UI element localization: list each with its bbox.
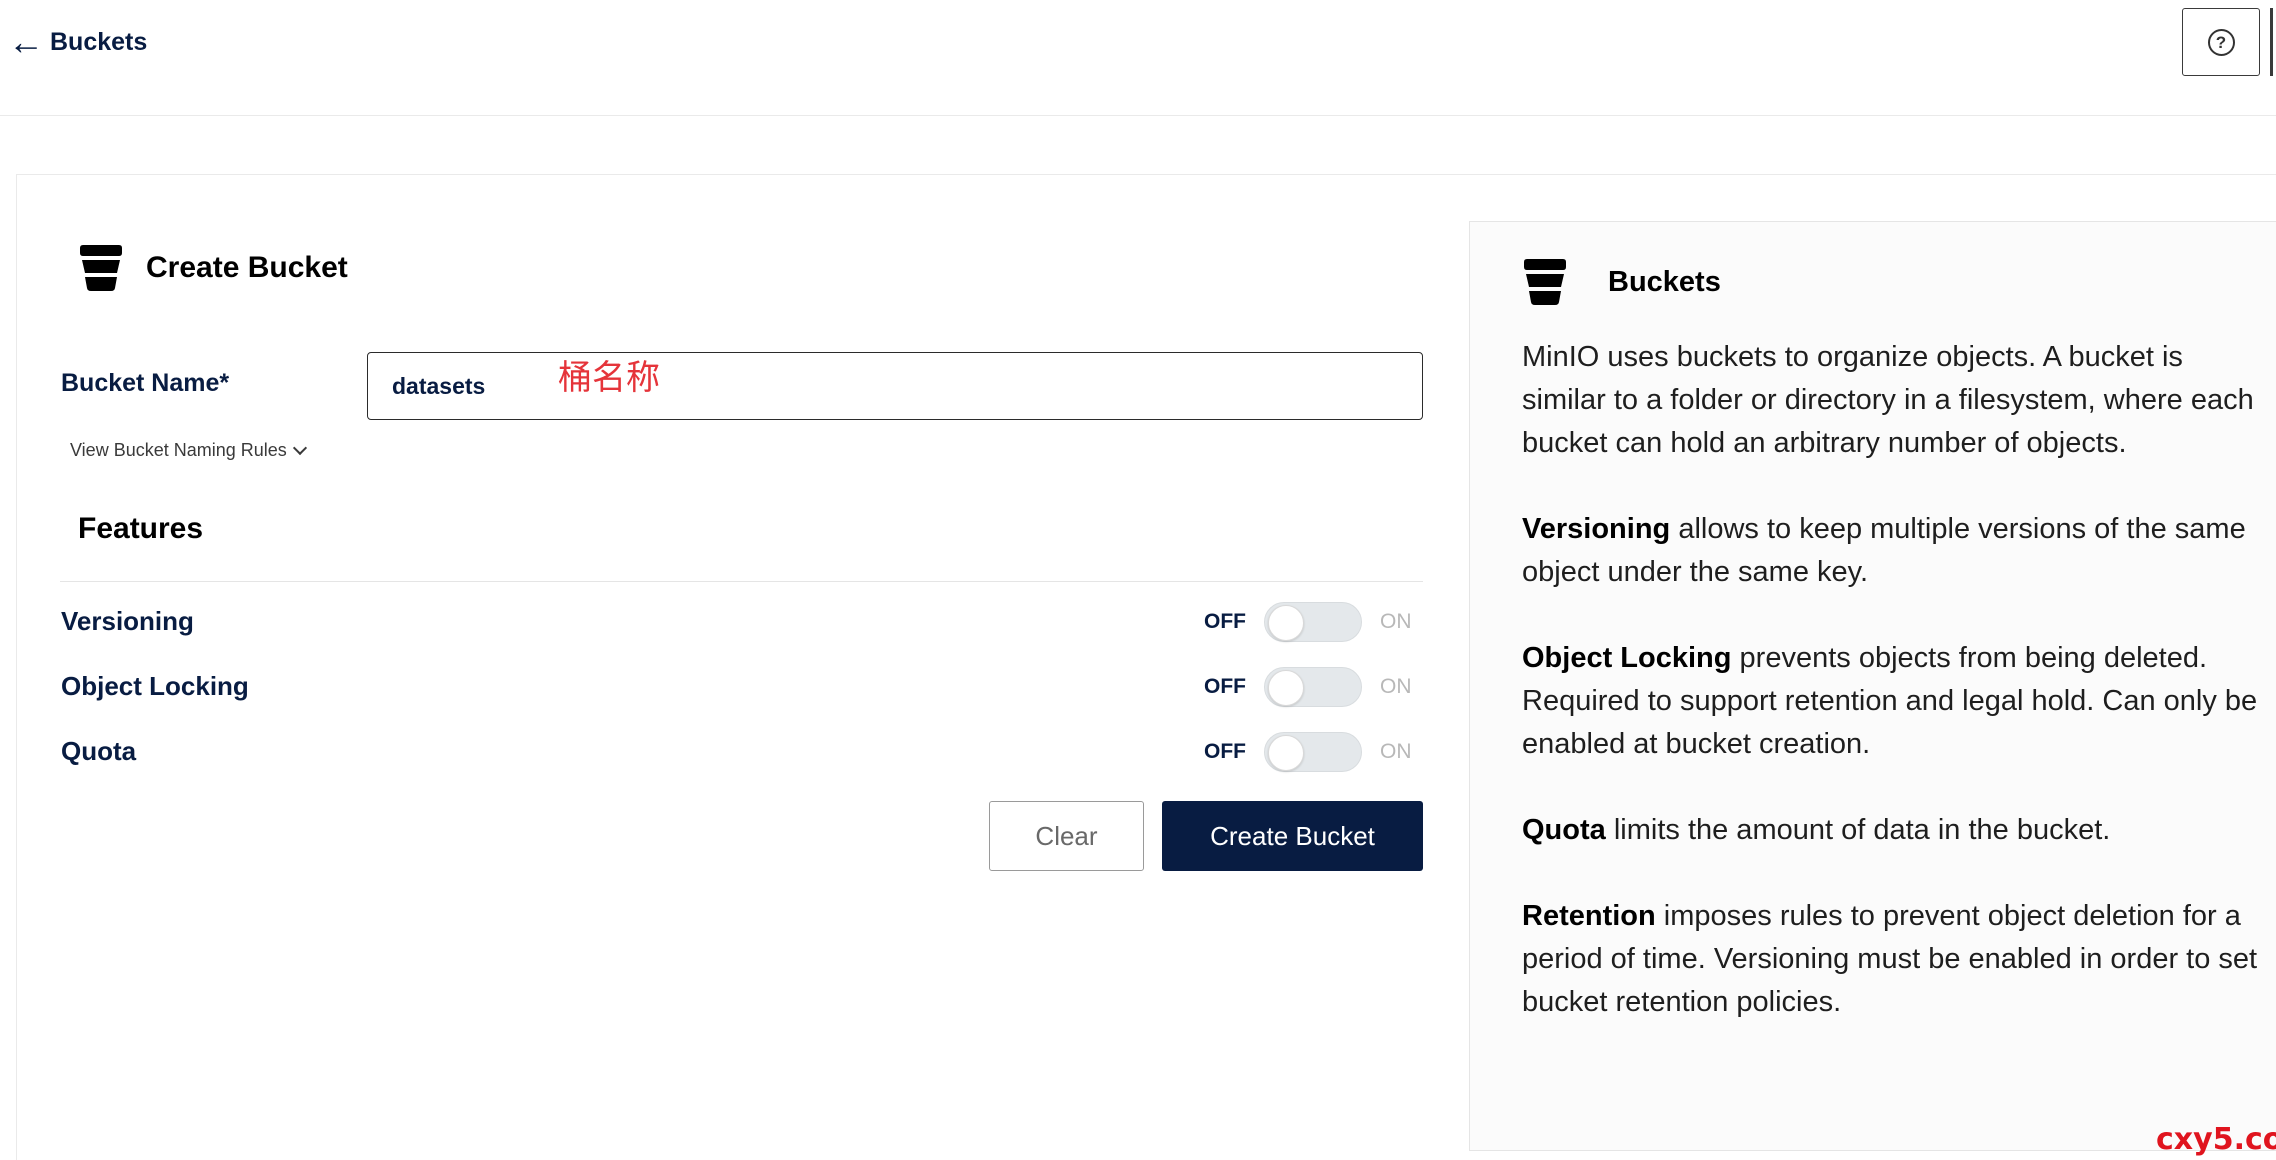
help-item-versioning: Versioning allows to keep multiple versi… — [1522, 508, 2262, 594]
back-label: Buckets — [50, 28, 148, 56]
on-label: ON — [1380, 610, 1412, 633]
arrow-left-icon: ← — [8, 21, 44, 62]
feature-name: Object Locking — [61, 671, 249, 701]
back-to-buckets-link[interactable]: ← Buckets — [8, 22, 147, 62]
object-locking-switch[interactable] — [1264, 667, 1362, 707]
view-naming-rules-link[interactable]: View Bucket Naming Rules — [70, 440, 307, 461]
feature-name: Quota — [61, 736, 137, 766]
feature-name: Versioning — [61, 606, 194, 636]
help-button[interactable]: ? — [2182, 8, 2260, 76]
edge-divider — [2270, 8, 2273, 76]
on-label: ON — [1380, 740, 1412, 763]
help-term: Object Locking — [1522, 642, 1732, 674]
bucket-icon — [1524, 259, 1566, 305]
bucket-icon — [80, 245, 122, 291]
versioning-switch[interactable] — [1264, 602, 1362, 642]
bucket-name-label: Bucket Name* — [61, 369, 230, 397]
watermark-text: cxy5.com — [2156, 1122, 2276, 1157]
quota-toggle: OFF ON — [1204, 730, 1412, 774]
switch-knob — [1268, 670, 1304, 706]
object-locking-toggle: OFF ON — [1204, 665, 1412, 709]
help-intro: MinIO uses buckets to organize objects. … — [1522, 341, 2254, 459]
annotation-label: 桶名称 — [558, 358, 660, 398]
top-header: ← Buckets ? — [0, 0, 2276, 116]
versioning-toggle: OFF ON — [1204, 600, 1412, 644]
help-term: Retention — [1522, 900, 1656, 932]
quota-switch[interactable] — [1264, 732, 1362, 772]
help-term: Versioning — [1522, 513, 1671, 545]
off-label: OFF — [1204, 740, 1246, 763]
features-divider — [60, 581, 1423, 582]
off-label: OFF — [1204, 675, 1246, 698]
help-panel-title: Buckets — [1608, 265, 1721, 298]
create-bucket-button[interactable]: Create Bucket — [1162, 801, 1423, 871]
help-panel-header: Buckets — [1522, 258, 1721, 306]
bucket-name-input[interactable] — [367, 352, 1423, 420]
help-item-retention: Retention imposes rules to prevent objec… — [1522, 895, 2262, 1024]
off-label: OFF — [1204, 610, 1246, 633]
help-term: Quota — [1522, 814, 1606, 846]
clear-button[interactable]: Clear — [989, 801, 1144, 871]
naming-rules-text: View Bucket Naming Rules — [70, 440, 287, 460]
switch-knob — [1268, 735, 1304, 771]
help-item-quota: Quota limits the amount of data in the b… — [1522, 809, 2262, 852]
on-label: ON — [1380, 675, 1412, 698]
chevron-down-icon — [292, 440, 307, 455]
form-title: Create Bucket — [78, 244, 348, 292]
feature-row-quota: Quota OFF ON — [61, 730, 1423, 774]
form-title-text: Create Bucket — [146, 251, 348, 284]
feature-row-object-locking: Object Locking OFF ON — [61, 665, 1423, 709]
help-circle-icon: ? — [2207, 28, 2235, 56]
help-item-object-locking: Object Locking prevents objects from bei… — [1522, 637, 2262, 766]
help-text: limits the amount of data in the bucket. — [1605, 814, 2111, 846]
feature-row-versioning: Versioning OFF ON — [61, 600, 1423, 644]
features-heading: Features — [78, 512, 204, 545]
switch-knob — [1268, 605, 1304, 641]
help-panel-body: MinIO uses buckets to organize objects. … — [1522, 336, 2262, 1067]
